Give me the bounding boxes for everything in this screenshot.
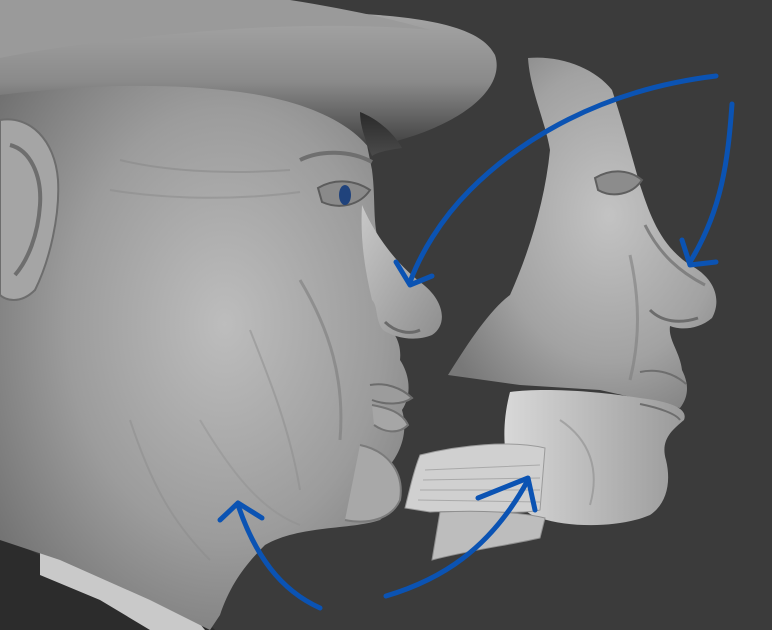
- sculpt-viewport: [0, 0, 772, 630]
- eye-iris: [339, 185, 351, 205]
- scene-canvas: [0, 0, 772, 630]
